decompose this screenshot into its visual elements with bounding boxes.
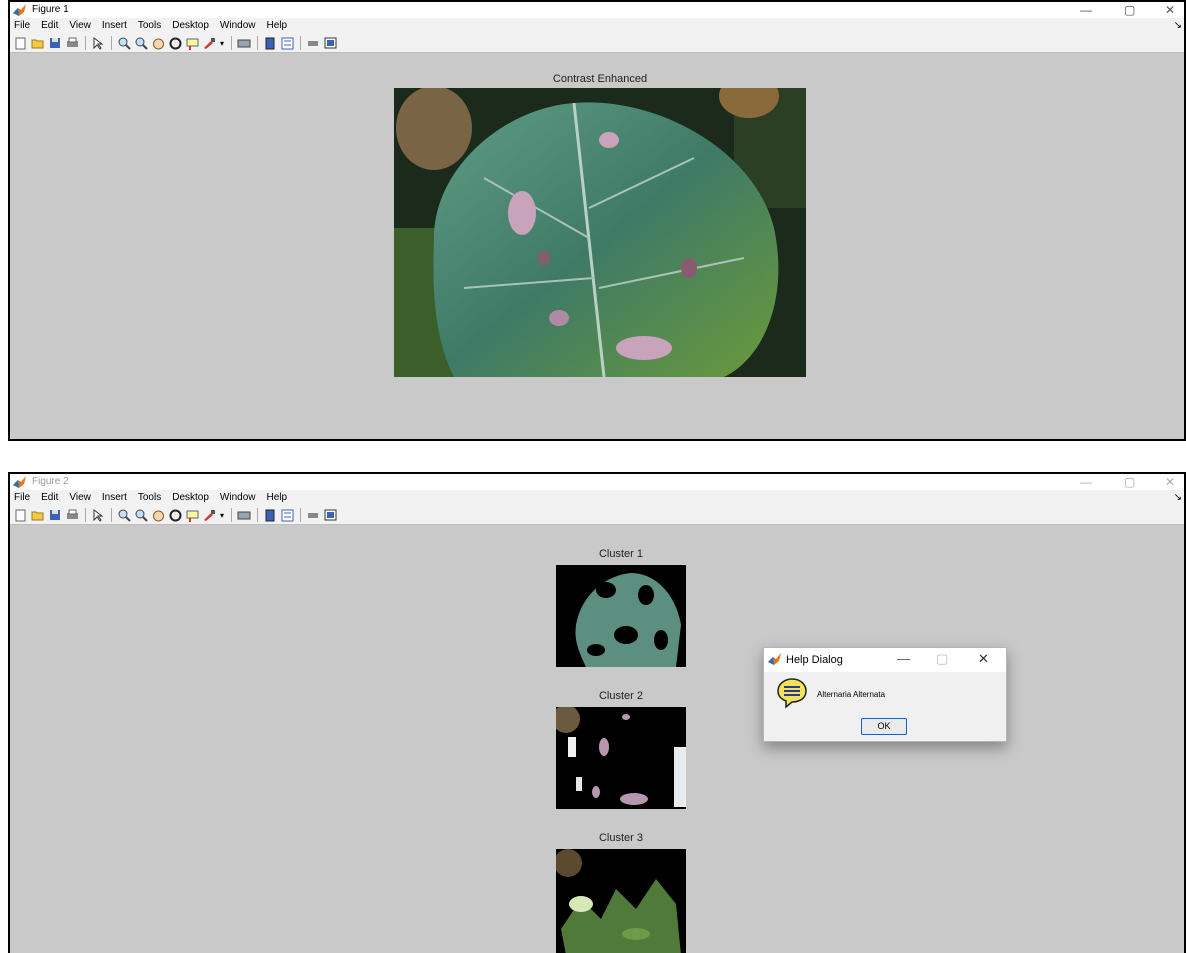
new-figure-icon[interactable] bbox=[13, 508, 29, 522]
brush-dropdown-icon[interactable]: ▾ bbox=[218, 508, 226, 522]
close-icon[interactable]: ✕ bbox=[1165, 2, 1175, 18]
menu-insert[interactable]: Insert bbox=[102, 18, 127, 34]
help-dialog-message: Alternaria Alternata bbox=[817, 690, 886, 699]
menu-insert[interactable]: Insert bbox=[102, 490, 127, 506]
colorbar-icon[interactable] bbox=[262, 36, 278, 50]
cluster-1-title: Cluster 1 bbox=[598, 548, 644, 560]
help-dialog: Help Dialog — ▢ ✕ Alternaria Alternata O… bbox=[763, 647, 1007, 742]
menu-file[interactable]: File bbox=[14, 18, 30, 34]
hide-plot-tools-icon[interactable] bbox=[305, 36, 321, 50]
menu-desktop[interactable]: Desktop bbox=[172, 18, 209, 34]
maximize-icon[interactable]: ▢ bbox=[1124, 474, 1135, 490]
hide-plot-tools-icon[interactable] bbox=[305, 508, 321, 522]
select-arrow-icon[interactable] bbox=[90, 508, 106, 522]
menu-help[interactable]: Help bbox=[267, 18, 288, 34]
save-icon[interactable] bbox=[47, 36, 63, 50]
figure-2-toolbar: ▾ bbox=[10, 506, 1184, 525]
minimize-icon[interactable]: — bbox=[1080, 474, 1092, 490]
figure-1-window: Figure 1 — ▢ ✕ File Edit View Insert Tools De… bbox=[8, 0, 1186, 441]
pan-icon[interactable] bbox=[150, 36, 166, 50]
dock-arrow-icon[interactable]: ↘ bbox=[1174, 490, 1182, 506]
figure-2-titlebar: Figure 2 — ▢ ✕ bbox=[10, 474, 1184, 490]
legend-icon[interactable] bbox=[279, 36, 295, 50]
close-icon[interactable]: ✕ bbox=[1165, 474, 1175, 490]
pan-icon[interactable] bbox=[150, 508, 166, 522]
menu-desktop[interactable]: Desktop bbox=[172, 490, 209, 506]
dock-arrow-icon[interactable]: ↘ bbox=[1174, 18, 1182, 34]
new-figure-icon[interactable] bbox=[13, 36, 29, 50]
menu-help[interactable]: Help bbox=[267, 490, 288, 506]
figure-2-window: Figure 2 — ▢ ✕ File Edit View Insert Tools De… bbox=[8, 472, 1186, 953]
open-icon[interactable] bbox=[30, 508, 46, 522]
print-icon[interactable] bbox=[64, 36, 80, 50]
save-icon[interactable] bbox=[47, 508, 63, 522]
zoom-in-icon[interactable] bbox=[116, 36, 132, 50]
data-cursor-icon[interactable] bbox=[184, 36, 200, 50]
cluster-3-title: Cluster 3 bbox=[598, 832, 644, 844]
show-plot-tools-icon[interactable] bbox=[322, 36, 338, 50]
rotate-3d-icon[interactable] bbox=[167, 508, 183, 522]
minimize-icon[interactable]: — bbox=[897, 648, 910, 670]
matlab-logo-icon bbox=[13, 476, 26, 488]
cluster-2-image bbox=[556, 707, 686, 809]
ok-button[interactable]: OK bbox=[861, 718, 907, 735]
help-dialog-titlebar: Help Dialog — ▢ ✕ bbox=[764, 648, 1006, 672]
help-dialog-title: Help Dialog bbox=[786, 654, 843, 666]
menu-tools[interactable]: Tools bbox=[138, 18, 161, 34]
link-icon[interactable] bbox=[236, 508, 252, 522]
print-icon[interactable] bbox=[64, 508, 80, 522]
menu-edit[interactable]: Edit bbox=[41, 18, 58, 34]
link-icon[interactable] bbox=[236, 36, 252, 50]
show-plot-tools-icon[interactable] bbox=[322, 508, 338, 522]
cluster-2-title: Cluster 2 bbox=[598, 690, 644, 702]
figure-1-title: Figure 1 bbox=[32, 4, 69, 15]
menu-window[interactable]: Window bbox=[220, 18, 256, 34]
rotate-3d-icon[interactable] bbox=[167, 36, 183, 50]
help-speech-bubble-icon bbox=[777, 678, 807, 709]
maximize-icon[interactable]: ▢ bbox=[936, 648, 948, 670]
menu-tools[interactable]: Tools bbox=[138, 490, 161, 506]
restore-icon[interactable]: ▢ bbox=[1124, 2, 1135, 18]
menu-view[interactable]: View bbox=[69, 490, 91, 506]
menu-file[interactable]: File bbox=[14, 490, 30, 506]
matlab-logo-icon bbox=[768, 653, 781, 665]
contrast-enhanced-leaf-image bbox=[394, 88, 806, 377]
data-cursor-icon[interactable] bbox=[184, 508, 200, 522]
figure-1-toolbar: ▾ bbox=[10, 34, 1184, 53]
select-arrow-icon[interactable] bbox=[90, 36, 106, 50]
close-icon[interactable]: ✕ bbox=[978, 648, 989, 670]
legend-icon[interactable] bbox=[279, 508, 295, 522]
cluster-3-image bbox=[556, 849, 686, 953]
figure-2-title: Figure 2 bbox=[32, 476, 69, 487]
menu-edit[interactable]: Edit bbox=[41, 490, 58, 506]
brush-icon[interactable] bbox=[201, 36, 217, 50]
figure-1-titlebar: Figure 1 — ▢ ✕ bbox=[10, 2, 1184, 18]
zoom-out-icon[interactable] bbox=[133, 36, 149, 50]
matlab-logo-icon bbox=[13, 4, 26, 16]
colorbar-icon[interactable] bbox=[262, 508, 278, 522]
axes-title-contrast-enhanced: Contrast Enhanced bbox=[552, 73, 648, 85]
open-icon[interactable] bbox=[30, 36, 46, 50]
brush-dropdown-icon[interactable]: ▾ bbox=[218, 36, 226, 50]
cluster-1-image bbox=[556, 565, 686, 667]
brush-icon[interactable] bbox=[201, 508, 217, 522]
zoom-in-icon[interactable] bbox=[116, 508, 132, 522]
minimize-icon[interactable]: — bbox=[1080, 2, 1092, 18]
menu-window[interactable]: Window bbox=[220, 490, 256, 506]
menu-view[interactable]: View bbox=[69, 18, 91, 34]
zoom-out-icon[interactable] bbox=[133, 508, 149, 522]
figure-2-menubar: File Edit View Insert Tools Desktop Window Help… bbox=[10, 490, 1184, 506]
figure-1-menubar: File Edit View Insert Tools Desktop Window Help… bbox=[10, 18, 1184, 34]
